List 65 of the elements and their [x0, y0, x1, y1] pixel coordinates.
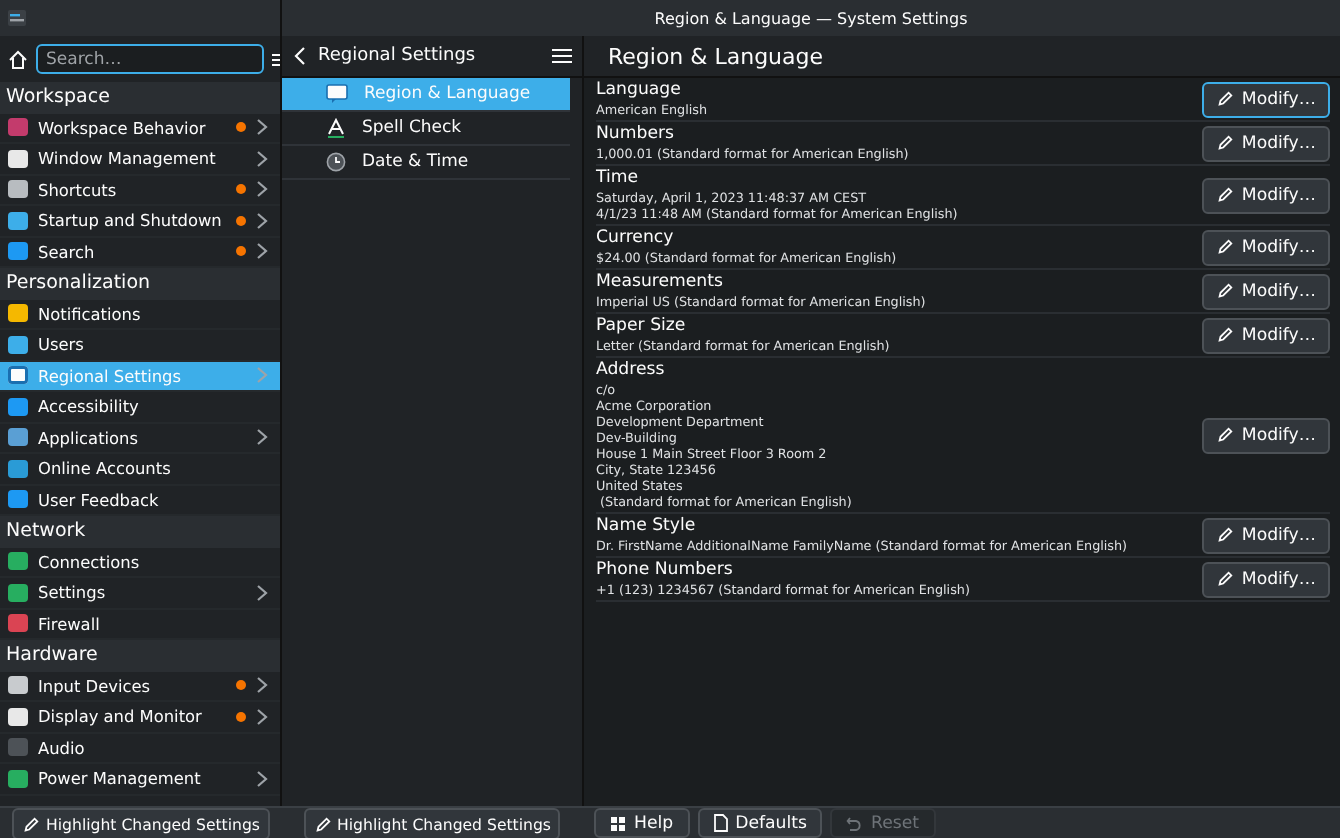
sidebar-item[interactable]: Online Accounts: [0, 454, 280, 485]
setting-label: Time: [596, 168, 641, 190]
pencil-icon: [1215, 526, 1234, 544]
modify-button[interactable]: Modify…: [1201, 125, 1330, 161]
sidebar-item[interactable]: Accessibility: [0, 392, 280, 423]
modify-button[interactable]: Modify…: [1201, 177, 1330, 213]
modify-button[interactable]: Modify…: [1201, 273, 1330, 309]
modify-button[interactable]: Modify…: [1201, 317, 1330, 353]
sidebar-item[interactable]: Settings: [0, 578, 280, 609]
pencil-icon: [1215, 134, 1234, 152]
subcategory-item[interactable]: Date & Time: [282, 146, 570, 180]
pencil-icon: [1215, 326, 1234, 344]
setting-label: Currency: [596, 228, 676, 250]
letter-a-spellcheck-icon: [326, 118, 346, 138]
setting-label: Name Style: [596, 516, 698, 538]
home-icon[interactable]: [8, 49, 28, 69]
category-header: Personalization: [0, 268, 280, 299]
pencil-icon: [22, 815, 41, 833]
menu-icon[interactable]: [552, 48, 572, 64]
pencil-icon: [1215, 426, 1234, 444]
menu-icon[interactable]: [272, 51, 280, 67]
modify-button[interactable]: Modify…: [1201, 81, 1330, 117]
clock-icon: [326, 152, 346, 172]
setting-label: Measurements: [596, 272, 725, 294]
pencil-icon: [313, 815, 332, 833]
setting-label: Numbers: [596, 124, 676, 146]
app-icon: [8, 10, 26, 26]
sidebar-item[interactable]: Notifications: [0, 299, 280, 330]
window-title: Region & Language — System Settings: [654, 9, 968, 27]
category-header: Workspace: [0, 82, 280, 113]
setting-label: Paper Size: [596, 316, 688, 338]
pencil-icon: [1215, 570, 1234, 588]
modify-button[interactable]: Modify…: [1201, 417, 1330, 453]
pencil-icon: [1215, 282, 1234, 300]
setting-label: Address: [596, 360, 667, 382]
defaults-button[interactable]: Defaults: [697, 808, 823, 838]
sidebar-item[interactable]: Power Management: [0, 764, 280, 795]
page-title: Regional Settings: [318, 46, 478, 66]
modify-button[interactable]: Modify…: [1201, 517, 1330, 553]
setting-label: Phone Numbers: [596, 560, 735, 582]
sidebar-item[interactable]: Applications: [0, 423, 280, 454]
pencil-icon: [1215, 186, 1234, 204]
speech-bubble-icon: [326, 84, 348, 104]
setting-label: Language: [596, 80, 683, 102]
undo-arrow-icon: [846, 815, 863, 831]
page-title: Region & Language: [608, 43, 824, 69]
help-button[interactable]: Help: [594, 808, 690, 838]
sidebar-item[interactable]: Workspace Behavior: [0, 113, 280, 144]
search-field[interactable]: Search…: [36, 44, 264, 74]
sidebar-item[interactable]: Shortcuts: [0, 175, 280, 206]
sidebar-item[interactable]: Connections: [0, 547, 280, 578]
sidebar-item[interactable]: Input Devices: [0, 671, 280, 702]
subcategory-item[interactable]: Spell Check: [282, 112, 570, 146]
pencil-icon: [1215, 90, 1234, 108]
category-header: Hardware: [0, 640, 280, 671]
document-icon: [713, 814, 728, 832]
grid-icon: [610, 815, 626, 831]
sidebar-item[interactable]: Window Management: [0, 144, 280, 175]
modify-button[interactable]: Modify…: [1201, 229, 1330, 265]
category-header: Network: [0, 516, 280, 547]
sidebar-item[interactable]: Audio: [0, 733, 280, 764]
sidebar-item[interactable]: Display and Monitor: [0, 702, 280, 733]
modify-button[interactable]: Modify…: [1201, 561, 1330, 597]
sidebar-item[interactable]: Startup and Shutdown: [0, 206, 280, 237]
pencil-icon: [1215, 238, 1234, 256]
